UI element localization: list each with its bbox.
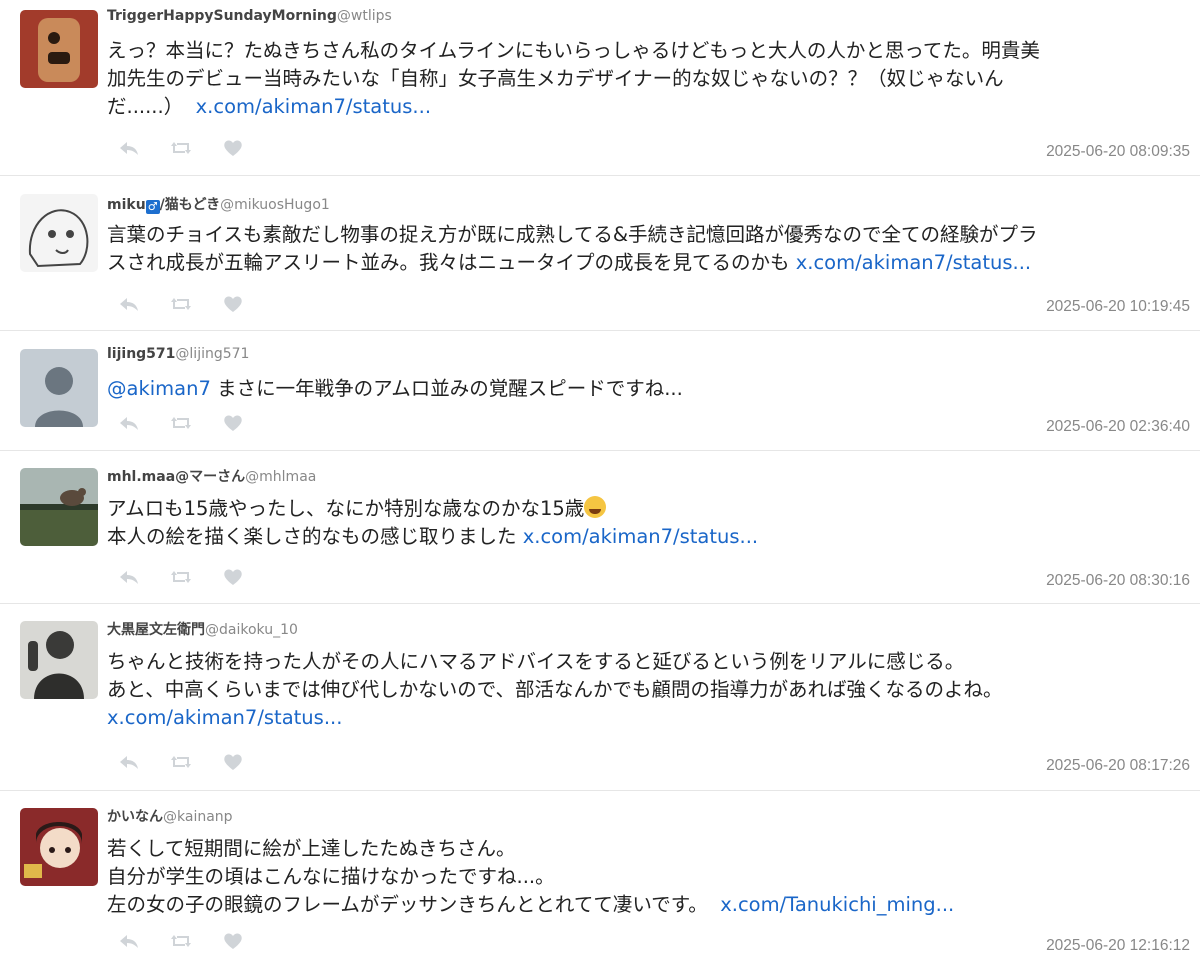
heart-icon[interactable]	[222, 931, 244, 951]
reply-icon[interactable]	[118, 138, 140, 158]
handle[interactable]: @mikuosHugo1	[220, 197, 330, 213]
tweet-line: 自分が学生の頃はこんなに描けなかったですね...。	[107, 865, 555, 888]
display-name-suffix: /猫もどき	[159, 197, 221, 213]
tweet-line: まさに一年戦争のアムロ並みの覚醒スピードですね...	[210, 377, 683, 400]
tweet-text: ちゃんと技術を持った人がその人にハマるアドバイスをすると延びるという例をリアルに…	[107, 648, 1184, 732]
reply-icon[interactable]	[118, 752, 140, 772]
tweet-actions	[118, 752, 244, 772]
display-name[interactable]: TriggerHappySundayMorning	[107, 8, 337, 24]
avatar[interactable]	[20, 10, 98, 88]
heart-icon[interactable]	[222, 294, 244, 314]
handle[interactable]: @kainanp	[163, 809, 233, 825]
author-line: 大黒屋文左衛門@daikoku_10	[107, 619, 298, 639]
tweet-actions	[118, 567, 244, 587]
heart-icon[interactable]	[222, 138, 244, 158]
timestamp[interactable]: 2025-06-20 10:19:45	[1046, 298, 1190, 316]
tweet-line-with-link: 左の女の子の眼鏡のフレームがデッサンきちんととれてて凄いです。 x.com/Ta…	[107, 891, 1184, 919]
display-name[interactable]: かいなん	[107, 809, 163, 825]
tweet-line: 加先生のデビュー当時みたいな「自称」女子高生メカデザイナー的な奴じゃないの？？（…	[107, 67, 1004, 90]
tweet-actions	[118, 138, 244, 158]
reply-icon[interactable]	[118, 567, 140, 587]
tweet-line-with-link: だ......） x.com/akiman7/status...	[107, 93, 1184, 121]
avatar[interactable]	[20, 808, 98, 886]
author-line: miku ♂/猫もどき@mikuosHugo1	[107, 194, 330, 214]
status-link[interactable]: x.com/akiman7/status...	[107, 706, 342, 729]
tweet-line: 言葉のチョイスも素敵だし物事の捉え方が既に成熟してる&手続き記憶回路が優秀なので…	[107, 223, 1038, 246]
tweet-line: アムロも15歳やったし、なにか特別な歳なのかな15歳	[107, 497, 585, 520]
retweet-icon[interactable]	[170, 294, 192, 314]
timestamp[interactable]: 2025-06-20 08:30:16	[1046, 572, 1190, 590]
retweet-icon[interactable]	[170, 752, 192, 772]
retweet-icon[interactable]	[170, 138, 192, 158]
retweet-icon[interactable]	[170, 567, 192, 587]
heart-icon[interactable]	[222, 567, 244, 587]
male-sign-icon: ♂	[145, 200, 160, 214]
status-link[interactable]: x.com/Tanukichi_ming...	[720, 893, 954, 916]
retweet-icon[interactable]	[170, 931, 192, 951]
tweet-line: 本人の絵を描く楽しさ的なもの感じ取りました	[107, 525, 517, 548]
author-line: かいなん@kainanp	[107, 806, 233, 826]
display-name[interactable]: miku	[107, 197, 146, 213]
tweet-line: 左の女の子の眼鏡のフレームがデッサンきちんととれてて凄いです。	[107, 893, 708, 916]
avatar[interactable]	[20, 468, 98, 546]
timestamp[interactable]: 2025-06-20 02:36:40	[1046, 418, 1190, 436]
handle[interactable]: @lijing571	[175, 346, 249, 362]
display-name[interactable]: mhl.maa@マーさん	[107, 469, 245, 485]
handle[interactable]: @daikoku_10	[205, 622, 298, 638]
mention-link[interactable]: @akiman7	[107, 377, 211, 400]
tweet-text: えっ？本当に？たぬきちさん私のタイムラインにもいらっしゃるけどもっと大人の人かと…	[107, 37, 1184, 121]
status-link[interactable]: x.com/akiman7/status...	[523, 525, 758, 548]
tweet-line: えっ？本当に？たぬきちさん私のタイムラインにもいらっしゃるけどもっと大人の人かと…	[107, 39, 1040, 62]
tweet-line-with-link: x.com/akiman7/status...	[107, 704, 1184, 732]
reply-icon[interactable]	[118, 413, 140, 433]
status-link[interactable]: x.com/akiman7/status...	[796, 251, 1031, 274]
reply-icon[interactable]	[118, 931, 140, 951]
laughing-tears-emoji-icon	[584, 496, 607, 518]
retweet-icon[interactable]	[170, 413, 192, 433]
tweet-line-with-link: 本人の絵を描く楽しさ的なもの感じ取りました x.com/akiman7/stat…	[107, 523, 1184, 551]
tweet-line: ちゃんと技術を持った人がその人にハマるアドバイスをすると延びるという例をリアルに…	[107, 650, 965, 673]
avatar[interactable]	[20, 349, 98, 427]
status-link[interactable]: x.com/akiman7/status...	[196, 95, 431, 118]
tweet-text: 若くして短期間に絵が上達したたぬきちさん。 自分が学生の頃はこんなに描けなかった…	[107, 835, 1184, 919]
display-name[interactable]: 大黒屋文左衛門	[107, 622, 205, 638]
tweet-actions	[118, 294, 244, 314]
tweet-item: かいなん@kainanp 若くして短期間に絵が上達したたぬきちさん。 自分が学生…	[0, 791, 1200, 972]
tweet-line: あと、中高くらいまでは伸び代しかないので、部活なんかでも顧問の指導力があれば強く…	[107, 678, 1003, 701]
tweet-item: TriggerHappySundayMorning@wtlips えっ？本当に？…	[0, 0, 1200, 176]
tweet-line: スされ成長が五輪アスリート並み。我々はニュータイプの成長を見てるのかも	[107, 251, 790, 274]
tweet-actions	[118, 413, 244, 433]
heart-icon[interactable]	[222, 413, 244, 433]
tweet-item: miku ♂/猫もどき@mikuosHugo1 言葉のチョイスも素敵だし物事の捉え…	[0, 176, 1200, 331]
tweet-actions	[118, 931, 244, 951]
author-line: TriggerHappySundayMorning@wtlips	[107, 8, 392, 24]
tweet-line-with-emoji: アムロも15歳やったし、なにか特別な歳なのかな15歳	[107, 495, 1184, 523]
handle[interactable]: @mhlmaa	[245, 469, 316, 485]
author-line: lijing571@lijing571	[107, 346, 249, 362]
timestamp[interactable]: 2025-06-20 12:16:12	[1046, 937, 1190, 955]
timestamp[interactable]: 2025-06-20 08:09:35	[1046, 143, 1190, 161]
handle[interactable]: @wtlips	[337, 8, 392, 24]
tweet-text: アムロも15歳やったし、なにか特別な歳なのかな15歳 本人の絵を描く楽しさ的なも…	[107, 495, 1184, 551]
tweet-item: 大黒屋文左衛門@daikoku_10 ちゃんと技術を持った人がその人にハマるアド…	[0, 604, 1200, 791]
author-line: mhl.maa@マーさん@mhlmaa	[107, 466, 316, 486]
tweet-line: 若くして短期間に絵が上達したたぬきちさん。	[107, 837, 516, 860]
heart-icon[interactable]	[222, 752, 244, 772]
reply-icon[interactable]	[118, 294, 140, 314]
avatar[interactable]	[20, 621, 98, 699]
avatar[interactable]	[20, 194, 98, 272]
tweet-text: 言葉のチョイスも素敵だし物事の捉え方が既に成熟してる&手続き記憶回路が優秀なので…	[107, 221, 1184, 277]
tweet-feed: TriggerHappySundayMorning@wtlips えっ？本当に？…	[0, 0, 1200, 972]
tweet-line-with-link: スされ成長が五輪アスリート並み。我々はニュータイプの成長を見てるのかも x.co…	[107, 249, 1184, 277]
display-name[interactable]: lijing571	[107, 346, 175, 362]
tweet-item: mhl.maa@マーさん@mhlmaa アムロも15歳やったし、なにか特別な歳な…	[0, 451, 1200, 604]
tweet-line: だ......）	[107, 95, 184, 118]
tweet-item: lijing571@lijing571 @akiman7 まさに一年戦争のアムロ…	[0, 331, 1200, 451]
tweet-line-with-mention: @akiman7 まさに一年戦争のアムロ並みの覚醒スピードですね...	[107, 375, 1184, 403]
tweet-text: @akiman7 まさに一年戦争のアムロ並みの覚醒スピードですね...	[107, 375, 1184, 403]
timestamp[interactable]: 2025-06-20 08:17:26	[1046, 757, 1190, 775]
